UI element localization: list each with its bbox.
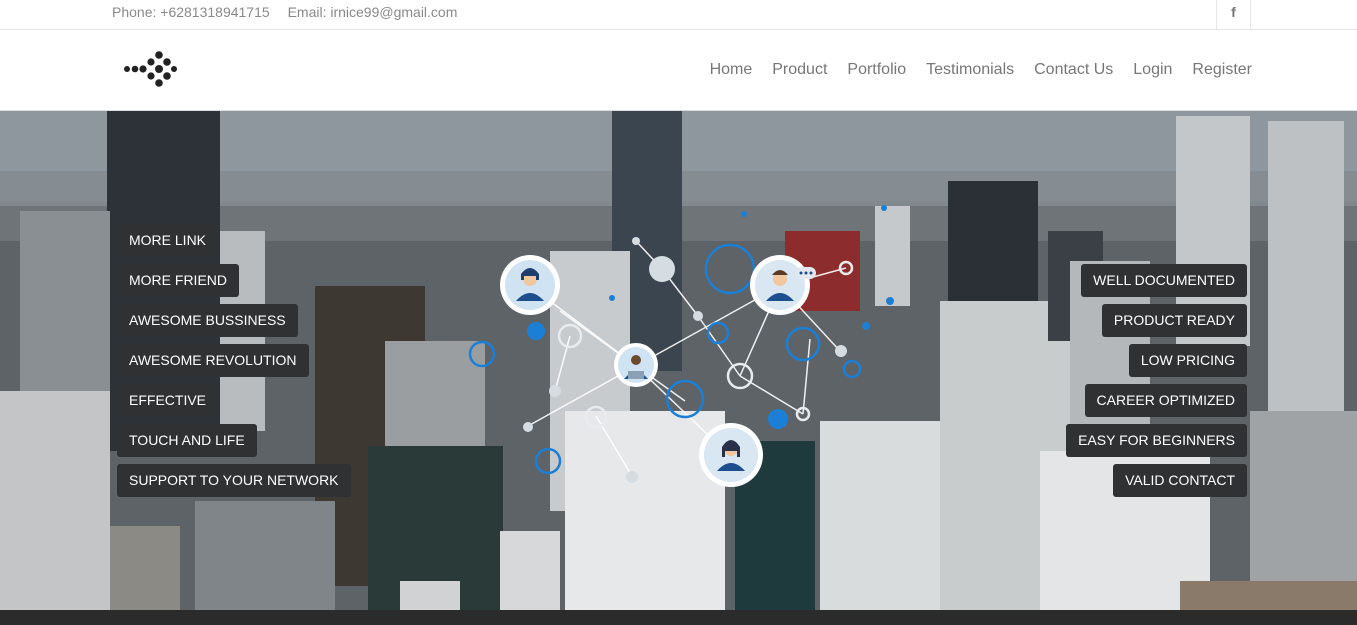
facebook-icon[interactable]: f: [1216, 0, 1251, 29]
tag-low-pricing: LOW PRICING: [1128, 344, 1247, 377]
nav-product[interactable]: Product: [772, 61, 827, 79]
tag-awesome-revolution: AWESOME REVOLUTION: [117, 344, 309, 377]
logo[interactable]: [122, 50, 180, 90]
tag-support-to-your-network: SUPPORT TO YOUR NETWORK: [117, 464, 351, 497]
tag-awesome-bussiness: AWESOME BUSSINESS: [117, 304, 298, 337]
nav-contact-us[interactable]: Contact Us: [1034, 61, 1113, 79]
nav-home[interactable]: Home: [710, 61, 753, 79]
person-avatar-3: [614, 343, 658, 387]
contact-info: Phone: +6281318941715 Email: irnice99@gm…: [112, 4, 457, 20]
tag-well-documented: WELL DOCUMENTED: [1081, 264, 1247, 297]
email-text: Email: irnice99@gmail.com: [287, 4, 458, 20]
main-navbar: Home Product Portfolio Testimonials Cont…: [0, 30, 1357, 111]
nav-register[interactable]: Register: [1192, 61, 1252, 79]
person-avatar-4: [699, 423, 763, 487]
nav-testimonials[interactable]: Testimonials: [926, 61, 1014, 79]
tag-touch-and-life: TOUCH AND LIFE: [117, 424, 257, 457]
facebook-glyph: f: [1231, 4, 1236, 20]
tag-effective: EFFECTIVE: [117, 384, 219, 417]
nav-login[interactable]: Login: [1133, 61, 1172, 79]
tag-product-ready: PRODUCT READY: [1101, 304, 1247, 337]
tag-more-link: MORE LINK: [117, 224, 219, 257]
nav-menu: Home Product Portfolio Testimonials Cont…: [710, 61, 1252, 79]
hero-banner: MORE LINK MORE FRIEND AWESOME BUSSINESS …: [0, 111, 1357, 610]
tag-career-optimized: CAREER OPTIMIZED: [1084, 384, 1247, 417]
nav-portfolio[interactable]: Portfolio: [847, 61, 906, 79]
phone-text: Phone: +6281318941715: [112, 4, 270, 20]
top-contact-bar: Phone: +6281318941715 Email: irnice99@gm…: [0, 0, 1357, 30]
tag-more-friend: MORE FRIEND: [117, 264, 239, 297]
footer-strip: [0, 610, 1357, 625]
tag-valid-contact: VALID CONTACT: [1113, 464, 1247, 497]
tag-easy-for-beginners: EASY FOR BEGINNERS: [1066, 424, 1247, 457]
person-avatar-1: [500, 255, 560, 315]
